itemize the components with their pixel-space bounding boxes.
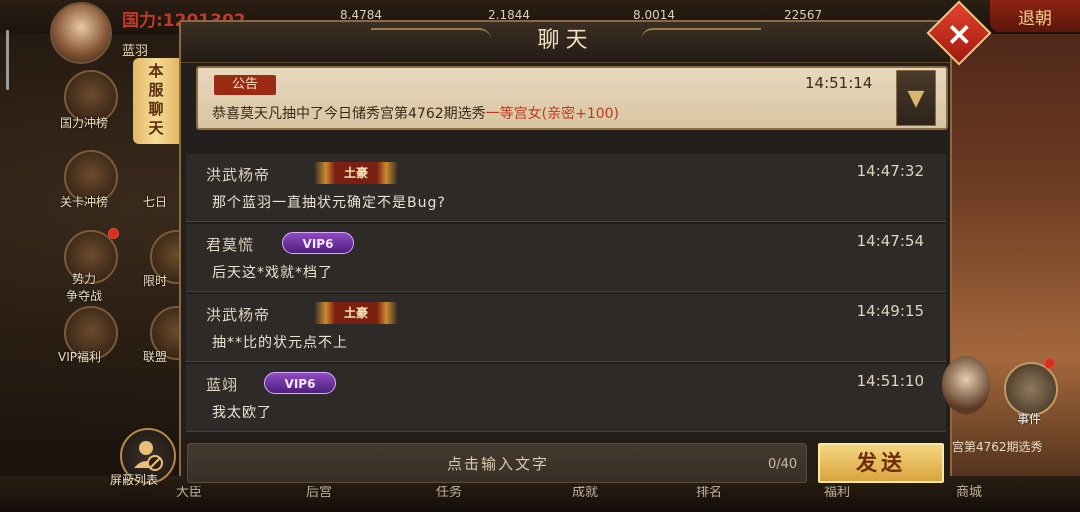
retreat-button[interactable]: 退朝 bbox=[990, 0, 1080, 32]
sidebar-item-stage-rank: 关卡冲榜 bbox=[60, 195, 109, 209]
announcement-text-main: 恭喜莫天凡抽中了今日储秀宫第4762期选秀 bbox=[212, 106, 486, 122]
sidebar-item-vip-welfare: VIP福利 bbox=[58, 350, 101, 364]
sender-name[interactable]: 君莫慌 bbox=[206, 234, 254, 255]
announcement-text: 恭喜莫天凡抽中了今日储秀宫第4762期选秀一等宫女(亲密+100) bbox=[212, 103, 619, 123]
announcement-banner: 公告 14:51:14 恭喜莫天凡抽中了今日储秀宫第4762期选秀一等宫女(亲密… bbox=[196, 66, 948, 130]
tuhao-badge: 土豪 bbox=[314, 302, 398, 324]
sidebar-item-seven-day: 七日 bbox=[143, 195, 168, 209]
title-ornament-left bbox=[371, 28, 491, 56]
server-tab-label: 本服聊天 bbox=[146, 63, 165, 139]
event-icon[interactable] bbox=[1004, 362, 1058, 416]
chat-input-placeholder: 点击输入文字 bbox=[446, 455, 549, 473]
sender-name[interactable]: 蓝翊 bbox=[206, 374, 238, 395]
event-label: 事件 bbox=[1017, 412, 1042, 426]
message-text: 抽**比的状元点不上 bbox=[212, 335, 348, 351]
sender-name[interactable]: 洪武杨帝 bbox=[206, 304, 270, 325]
sidebar-item-faction-battle: 势力 争夺战 bbox=[66, 272, 103, 303]
scrolling-announcement: 宫第4762期选秀 bbox=[952, 440, 1043, 454]
consort-portrait[interactable] bbox=[942, 356, 990, 414]
vip-badge: VIP6 bbox=[264, 372, 336, 394]
message-time: 14:51:10 bbox=[856, 372, 924, 390]
tab-server-chat[interactable]: 本服聊天 bbox=[133, 58, 179, 144]
message-text: 我太欧了 bbox=[212, 405, 272, 421]
chat-input[interactable]: 点击输入文字 0/40 bbox=[187, 443, 807, 483]
notification-dot bbox=[1044, 358, 1055, 369]
player-avatar[interactable] bbox=[50, 2, 112, 64]
block-list-label: 屏蔽列表 bbox=[110, 473, 159, 487]
chat-message: 蓝翊 VIP6 14:51:10 我太欧了 bbox=[186, 364, 946, 432]
chat-message: 洪武杨帝 土豪 14:49:15 抽**比的状元点不上 bbox=[186, 294, 946, 362]
char-counter: 0/40 bbox=[768, 457, 798, 472]
tuhao-badge: 土豪 bbox=[314, 162, 398, 184]
title-ornament-right bbox=[641, 28, 761, 56]
sidebar-item-limited: 限时 bbox=[143, 274, 168, 288]
notification-dot bbox=[108, 228, 119, 239]
nav-shop[interactable]: 商城 bbox=[956, 481, 982, 500]
announcement-text-highlight: 一等宫女(亲密+100) bbox=[485, 106, 620, 122]
message-text: 后天这*戏就*档了 bbox=[212, 265, 333, 281]
chat-message: 君莫慌 VIP6 14:47:54 后天这*戏就*档了 bbox=[186, 224, 946, 292]
chat-title: 聊天 bbox=[537, 28, 594, 53]
sidebar-item-power-rank: 国力冲榜 bbox=[60, 116, 109, 130]
system-edge-handle bbox=[6, 30, 9, 90]
message-time: 14:49:15 bbox=[856, 302, 924, 320]
announcement-expand-button[interactable]: ▼ bbox=[896, 70, 936, 126]
sender-name[interactable]: 洪武杨帝 bbox=[206, 164, 270, 185]
chat-header: 聊天 bbox=[181, 22, 950, 63]
message-time: 14:47:32 bbox=[856, 162, 924, 180]
chat-input-bar: 点击输入文字 0/40 发送 bbox=[181, 440, 950, 486]
chevron-down-icon: ▼ bbox=[907, 85, 925, 111]
message-text: 那个蓝羽一直抽状元确定不是Bug? bbox=[212, 195, 446, 211]
close-icon: × bbox=[945, 13, 973, 52]
player-name: 蓝羽 bbox=[122, 44, 149, 59]
sidebar-item-alliance: 联盟 bbox=[143, 350, 168, 364]
chat-message: 洪武杨帝 土豪 14:47:32 那个蓝羽一直抽状元确定不是Bug? bbox=[186, 154, 946, 222]
announcement-time: 14:51:14 bbox=[805, 74, 873, 92]
announcement-tag: 公告 bbox=[214, 75, 276, 95]
message-time: 14:47:54 bbox=[856, 232, 924, 250]
right-scene bbox=[945, 0, 1080, 512]
send-button[interactable]: 发送 bbox=[818, 443, 944, 483]
vip-badge: VIP6 bbox=[282, 232, 354, 254]
